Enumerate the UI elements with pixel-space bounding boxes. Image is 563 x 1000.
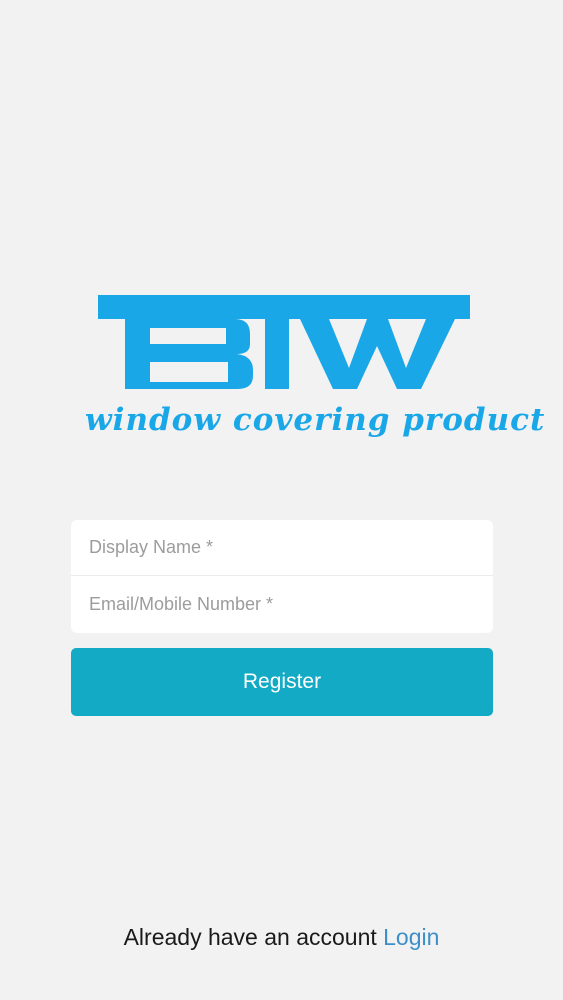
login-prompt-text: Already have an account xyxy=(123,924,384,950)
logo-tagline: window covering product xyxy=(85,402,546,438)
register-form xyxy=(71,520,493,633)
email-mobile-input[interactable] xyxy=(89,594,475,615)
email-mobile-field-container xyxy=(71,576,493,633)
register-button[interactable]: Register xyxy=(71,648,493,716)
display-name-input[interactable] xyxy=(89,537,475,558)
biw-logo-mark xyxy=(98,295,470,389)
login-link[interactable]: Login xyxy=(383,924,439,950)
login-prompt: Already have an account Login xyxy=(0,924,563,951)
display-name-field-container xyxy=(71,520,493,576)
